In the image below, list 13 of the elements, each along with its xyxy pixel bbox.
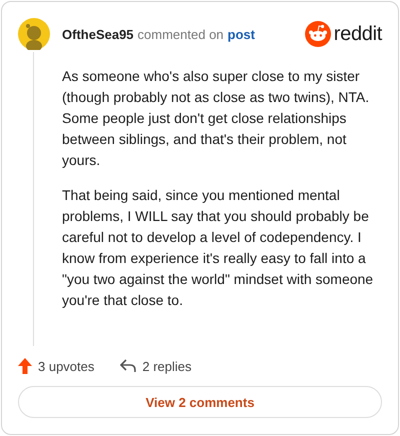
reply-arrow-icon[interactable] — [120, 359, 136, 373]
avatar-icon — [18, 18, 50, 50]
upvote-count: 3 upvotes — [38, 358, 94, 374]
action-text: commented on — [138, 26, 224, 42]
reply-count: 2 replies — [142, 358, 192, 374]
comment-paragraph: As someone who's also super close to my sister (though probably not as close as two twins), NTA. Some people just don't get close relationships between siblings, and that's their problem, not yours. — [62, 67, 370, 170]
brand-name: reddit — [334, 22, 382, 46]
post-link[interactable]: post — [228, 26, 255, 42]
view-comments-button[interactable]: View 2 comments — [18, 386, 382, 418]
upvote-arrow-icon[interactable] — [18, 358, 32, 374]
alien-logo-icon — [304, 21, 331, 47]
comment-paragraph: That being said, since you mentioned mental problems, I WILL say that you should probably be careful not to develop a level of codependency. I know from experience it's really easy to fall into a "you two against the world" mindset with someone you're that close to. — [62, 186, 374, 310]
username[interactable]: OftheSea95 — [62, 26, 134, 42]
